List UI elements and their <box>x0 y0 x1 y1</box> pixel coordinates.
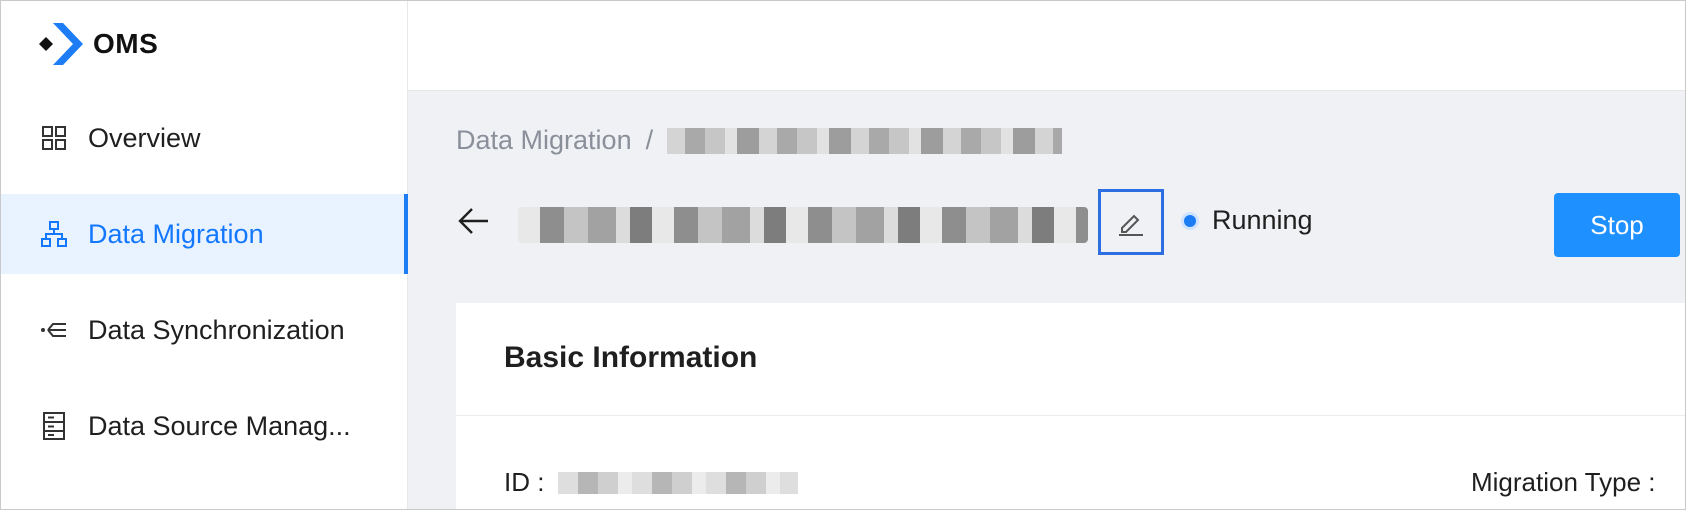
id-value-redacted <box>558 471 799 494</box>
back-arrow-icon[interactable] <box>456 203 492 239</box>
status-badge: Running <box>1184 205 1313 236</box>
breadcrumb: Data Migration / <box>456 125 1063 156</box>
card-title: Basic Information <box>504 341 758 374</box>
app-window: OMS Overview Data Migration Data Synchro… <box>0 0 1686 510</box>
stop-button[interactable]: Stop <box>1554 193 1680 257</box>
breadcrumb-separator: / <box>645 125 654 155</box>
task-name-redacted <box>518 207 1088 243</box>
id-label: ID : <box>504 467 545 497</box>
grid-icon <box>39 123 69 153</box>
logo[interactable]: OMS <box>39 21 158 67</box>
task-title-row: Running Stop V <box>456 189 1685 261</box>
logo-text: OMS <box>93 28 159 59</box>
edit-name-button[interactable] <box>1098 189 1164 255</box>
sidebar-item-data-source-management[interactable]: Data Source Manag... <box>1 386 407 466</box>
main-content: Data Migration / Running Stop V <box>408 91 1685 509</box>
sidebar-item-label: Data Synchronization <box>88 314 345 345</box>
breadcrumb-current-redacted <box>667 127 1063 154</box>
sidebar-item-overview[interactable]: Overview <box>1 98 407 178</box>
id-field: ID : <box>504 467 799 498</box>
migration-type-label: Migration Type : <box>1471 467 1656 497</box>
top-header <box>408 1 1685 91</box>
pencil-icon <box>1119 214 1143 236</box>
status-dot <box>1184 214 1196 227</box>
sync-arrows-icon <box>39 315 69 345</box>
status-text: Running <box>1212 205 1313 235</box>
sidebar-item-label: Overview <box>88 122 201 153</box>
sidebar-item-label: Data Migration <box>88 218 264 249</box>
oms-logo-icon <box>39 23 83 65</box>
sidebar-item-data-synchronization[interactable]: Data Synchronization <box>1 290 407 370</box>
breadcrumb-parent-link[interactable]: Data Migration <box>456 125 632 156</box>
sidebar-item-data-migration[interactable]: Data Migration <box>1 194 408 274</box>
sidebar: OMS Overview Data Migration Data Synchro… <box>1 1 408 509</box>
server-icon <box>39 411 69 441</box>
basic-information-card: Basic Information ID : Migration Type : <box>456 303 1685 509</box>
migration-type-field: Migration Type : <box>1471 467 1656 498</box>
hierarchy-icon <box>39 219 69 249</box>
divider <box>456 415 1685 416</box>
sidebar-item-label: Data Source Manag... <box>88 410 351 441</box>
